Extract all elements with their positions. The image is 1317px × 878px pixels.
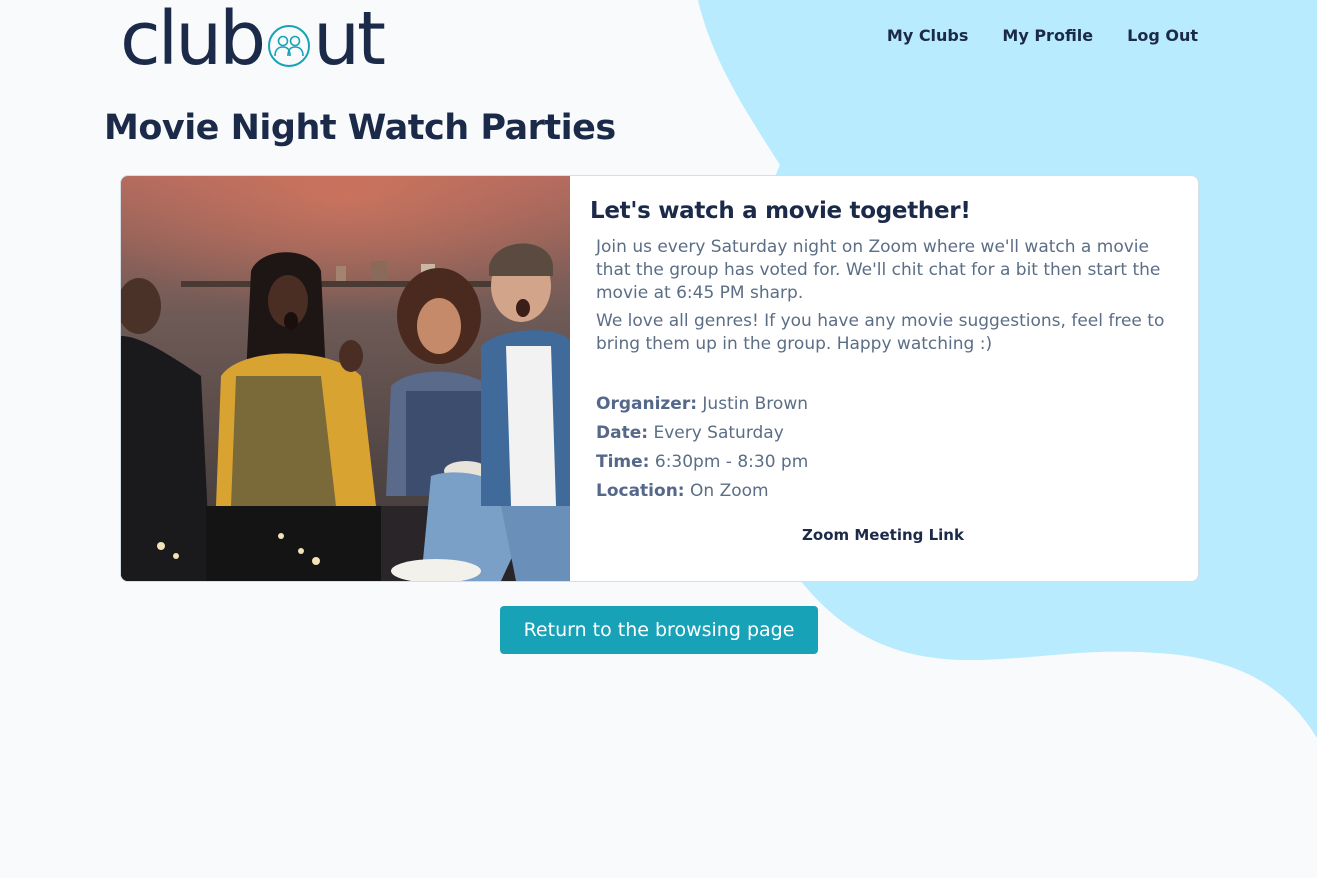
page: club ut My Clubs My Profile Log Out Movi… [0,0,1317,878]
detail-value: Justin Brown [702,394,808,414]
detail-organizer: Organizer: Justin Brown [596,390,1176,419]
logo-text-left: club [120,0,266,82]
nav-log-out[interactable]: Log Out [1127,26,1198,45]
detail-location: Location: On Zoom [596,477,1176,506]
logo[interactable]: club ut [120,0,386,82]
detail-date: Date: Every Saturday [596,419,1176,448]
detail-time: Time: 6:30pm - 8:30 pm [596,448,1176,477]
detail-label: Date: [596,423,649,443]
detail-value: Every Saturday [653,423,784,443]
nav-my-profile[interactable]: My Profile [1002,26,1093,45]
event-heading: Let's watch a movie together! [590,198,971,224]
top-nav: My Clubs My Profile Log Out [887,26,1198,45]
detail-label: Location: [596,481,685,501]
friends-watching-movie-photo [121,176,570,581]
detail-label: Organizer: [596,394,698,414]
zoom-meeting-link[interactable]: Zoom Meeting Link [590,526,1176,544]
return-to-browsing-button[interactable]: Return to the browsing page [500,606,818,654]
event-description: Join us every Saturday night on Zoom whe… [596,237,1161,303]
event-card: Let's watch a movie together! Join us ev… [120,175,1199,582]
detail-value: 6:30pm - 8:30 pm [654,452,809,472]
detail-value: On Zoom [690,481,769,501]
event-details-panel: Let's watch a movie together! Join us ev… [570,176,1198,581]
detail-label: Time: [596,452,650,472]
page-title: Movie Night Watch Parties [104,108,616,148]
logo-text-right: ut [313,0,386,82]
event-details: Organizer: Justin Brown Date: Every Satu… [596,390,1176,506]
people-circle-icon [268,25,311,67]
event-description: We love all genres! If you have any movi… [596,311,1165,354]
nav-my-clubs[interactable]: My Clubs [887,26,969,45]
